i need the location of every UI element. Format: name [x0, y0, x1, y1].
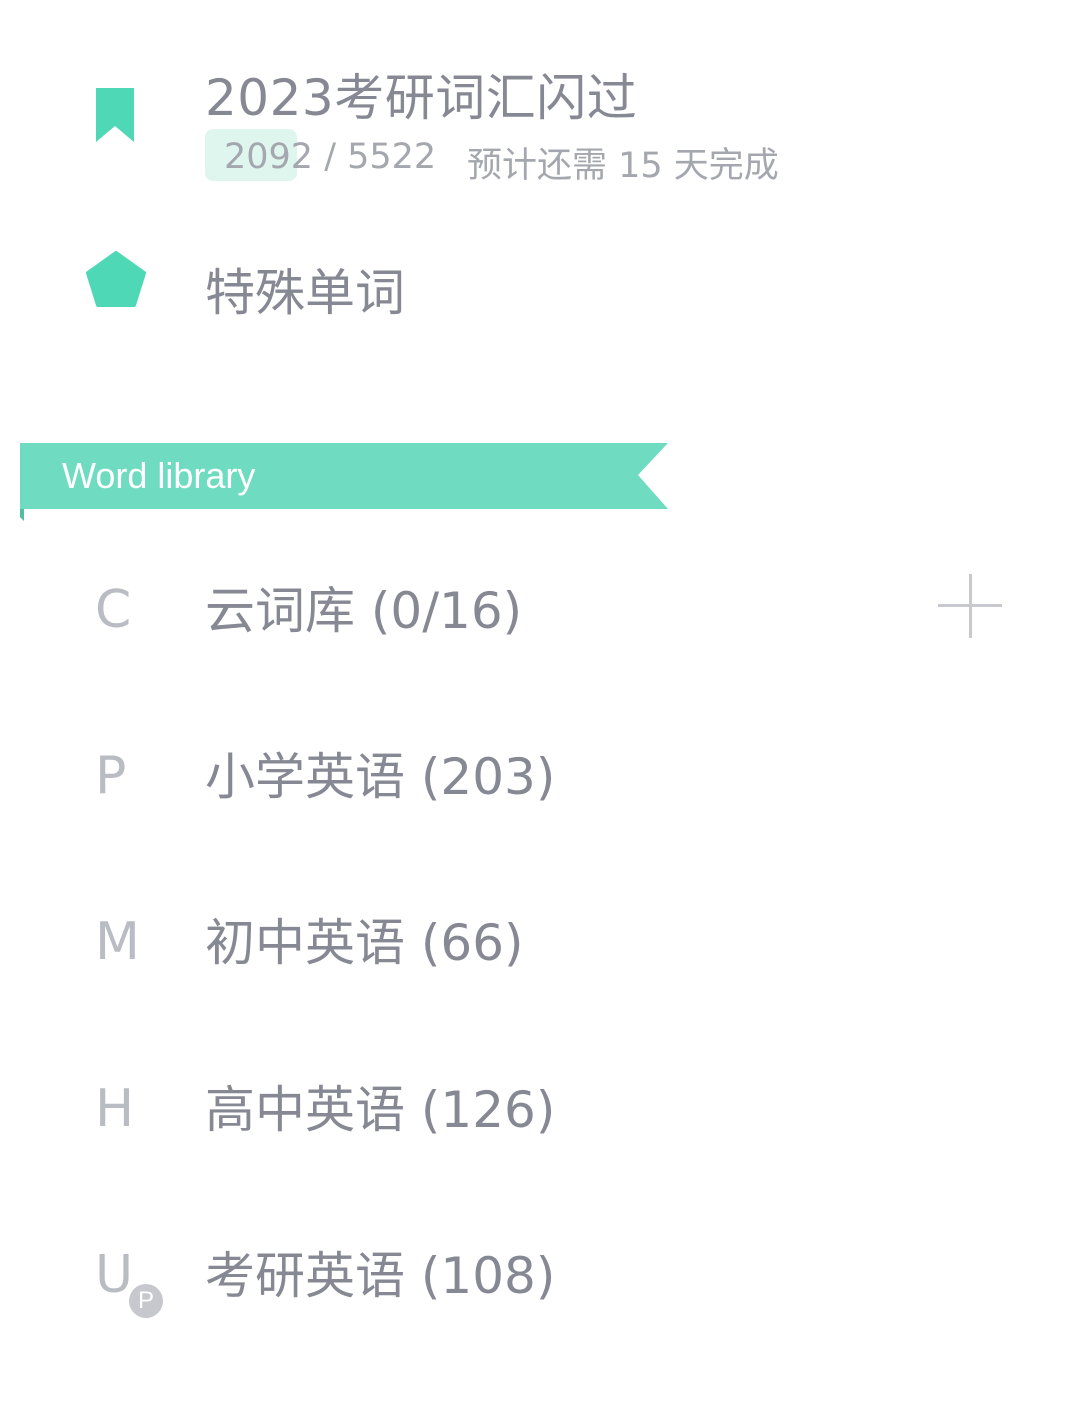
row-letter: U: [95, 1245, 134, 1305]
row-label: 高中英语 (126): [205, 1081, 556, 1139]
pro-badge: P: [129, 1284, 163, 1318]
row-label: 小学英语 (203): [205, 748, 556, 806]
row-letter: M: [95, 912, 140, 972]
star-icon: [86, 251, 146, 307]
library-row-primary[interactable]: P 小学英语 (203): [0, 746, 1080, 866]
progress-separator: /: [313, 137, 348, 177]
row-letter: C: [95, 580, 132, 640]
special-words-item[interactable]: 特殊单词: [205, 253, 405, 325]
library-row-middle[interactable]: M 初中英语 (66): [0, 912, 1080, 1032]
row-label: 初中英语 (66): [205, 914, 524, 972]
bookmark-icon: [96, 88, 134, 142]
learned-count: 2092: [224, 137, 314, 177]
add-button[interactable]: [936, 572, 1004, 640]
library-row-cloud[interactable]: C 云词库 (0/16): [0, 580, 1080, 700]
row-letter: P: [95, 746, 127, 806]
current-book-title[interactable]: 2023考研词汇闪过: [205, 58, 637, 130]
progress-count: 2092 / 5522: [224, 137, 436, 177]
library-section-title: Word library: [62, 455, 256, 496]
total-count: 5522: [347, 137, 437, 177]
row-label: 考研英语 (108): [205, 1247, 556, 1305]
library-row-high[interactable]: H 高中英语 (126): [0, 1079, 1080, 1199]
completion-estimate: 预计还需 15 天完成: [467, 146, 779, 186]
row-label: 云词库 (0/16): [205, 582, 523, 640]
row-letter: H: [95, 1079, 135, 1139]
